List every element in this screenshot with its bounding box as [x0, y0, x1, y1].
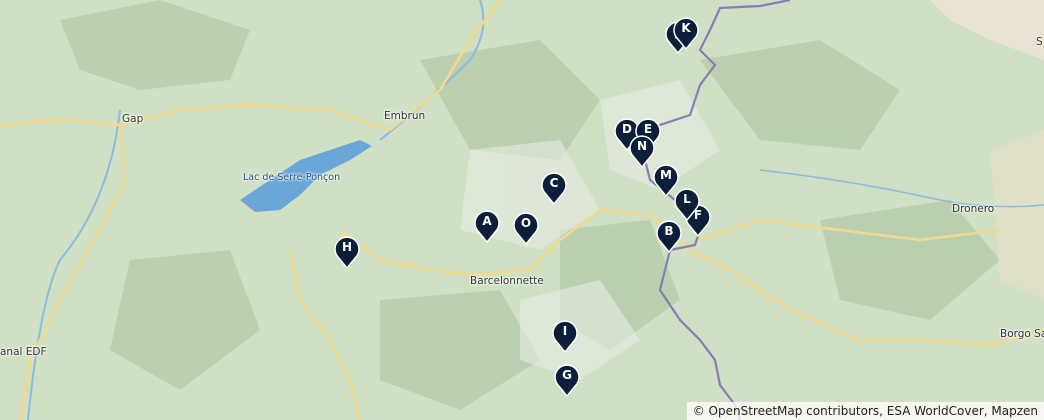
- map-marker-i[interactable]: I: [551, 319, 579, 353]
- marker-label: B: [664, 224, 674, 238]
- place-s-edge: S: [1036, 36, 1043, 48]
- map-marker-h[interactable]: H: [333, 235, 361, 269]
- marker-label: K: [681, 21, 691, 35]
- marker-label: H: [341, 240, 353, 254]
- map-marker-b[interactable]: B: [655, 219, 683, 253]
- place-borgo: Borgo Sa: [1000, 328, 1044, 340]
- marker-label: L: [683, 192, 691, 206]
- map-view[interactable]: Gap Embrun Lac de Serre-Ponçon Barcelonn…: [0, 0, 1044, 420]
- marker-label: C: [549, 176, 559, 190]
- place-embrun: Embrun: [384, 110, 426, 122]
- marker-label: G: [562, 368, 572, 382]
- map-marker-g[interactable]: G: [553, 363, 581, 397]
- place-barcelonnette: Barcelonnette: [470, 275, 544, 287]
- map-marker-k[interactable]: K: [672, 16, 700, 50]
- place-gap: Gap: [122, 113, 144, 125]
- basemap-terrain: [0, 0, 1044, 420]
- marker-label: I: [562, 324, 568, 338]
- place-lac-de-serre-poncon: Lac de Serre-Ponçon: [243, 172, 341, 183]
- marker-label: O: [520, 216, 532, 230]
- marker-label: N: [636, 139, 648, 153]
- map-marker-l[interactable]: L: [673, 187, 701, 221]
- map-attribution[interactable]: © OpenStreetMap contributors, ESA WorldC…: [686, 402, 1044, 420]
- place-canal-edf: anal EDF: [0, 346, 47, 358]
- place-dronero: Dronero: [952, 203, 995, 215]
- marker-label: M: [660, 168, 672, 182]
- map-marker-c[interactable]: C: [540, 171, 568, 205]
- marker-label: A: [482, 214, 492, 228]
- map-marker-a[interactable]: A: [473, 209, 501, 243]
- map-marker-o[interactable]: O: [512, 211, 540, 245]
